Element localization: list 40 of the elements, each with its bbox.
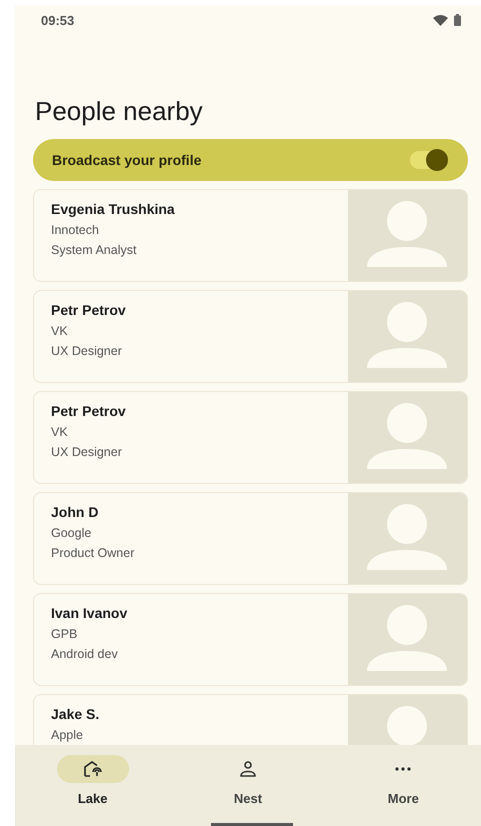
- status-time: 09:53: [41, 12, 74, 28]
- nav-tab[interactable]: Nest: [170, 745, 326, 826]
- broadcast-switch[interactable]: [410, 151, 448, 169]
- person-name: John D: [51, 504, 100, 520]
- person-card[interactable]: Petr Petrov VK UX Designer: [33, 290, 468, 383]
- person-name: Ivan Ivanov: [51, 605, 128, 621]
- person-company: VK: [51, 425, 69, 439]
- person-name: Jake S.: [51, 706, 100, 722]
- wifi-icon: [433, 14, 448, 26]
- nav-tab[interactable]: Lake: [15, 745, 170, 826]
- person-company: Apple: [51, 728, 84, 742]
- avatar-placeholder-icon: [348, 190, 467, 281]
- avatar-placeholder-icon: [348, 594, 467, 685]
- avatar-placeholder-icon: [348, 493, 467, 584]
- person-role: System Analyst: [51, 243, 138, 257]
- person-company: GPB: [51, 627, 78, 641]
- person-icon: [238, 760, 257, 778]
- person-card[interactable]: Ivan Ivanov GPB Android dev: [33, 593, 468, 686]
- avatar-placeholder-icon: [348, 392, 467, 483]
- person-name: Evgenia Trushkina: [51, 201, 176, 217]
- person-card[interactable]: John D Google Product Owner: [33, 492, 468, 585]
- page-title: People nearby: [35, 95, 204, 128]
- nav-tab[interactable]: More: [326, 745, 481, 826]
- battery-icon: [454, 14, 461, 26]
- person-company: VK: [51, 324, 69, 338]
- person-role: Android dev: [51, 647, 119, 661]
- person-card[interactable]: Petr Petrov VK UX Designer: [33, 391, 468, 484]
- person-name: Petr Petrov: [51, 302, 127, 318]
- home-signal-icon: [82, 760, 103, 778]
- person-company: Google: [51, 526, 92, 540]
- person-company: Innotech: [51, 223, 100, 237]
- person-role: UX Designer: [51, 344, 123, 358]
- avatar-placeholder-icon: [348, 291, 467, 382]
- broadcast-label: Broadcast your profile: [52, 152, 202, 168]
- person-name: Petr Petrov: [51, 403, 127, 419]
- person-role: UX Designer: [51, 445, 123, 459]
- person-card[interactable]: Jake S. Apple: [33, 694, 468, 745]
- more-icon: [394, 767, 412, 771]
- person-card[interactable]: Evgenia Trushkina Innotech System Analyst: [33, 189, 468, 282]
- person-role: Product Owner: [51, 546, 136, 560]
